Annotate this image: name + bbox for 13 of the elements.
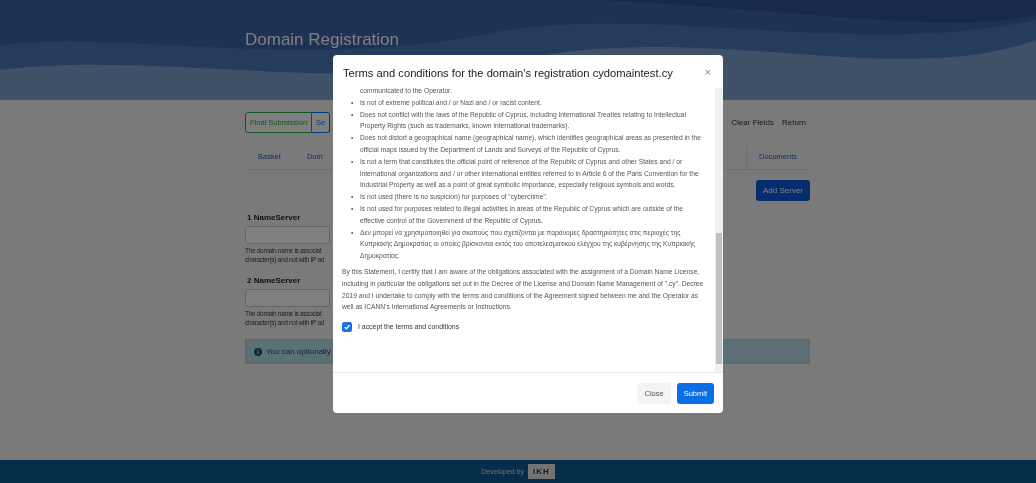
scrollbar[interactable] <box>715 88 723 372</box>
modal-title: Terms and conditions for the domain's registration cydomaintest.cy <box>343 67 673 79</box>
info-icon <box>254 347 262 356</box>
input-field[interactable] <box>245 226 330 244</box>
field-label: 2 NameServer <box>247 276 301 285</box>
input-field[interactable] <box>245 289 330 307</box>
add-server-button[interactable]: Add Server <box>755 180 810 201</box>
company-logo: IKH <box>528 464 555 479</box>
alert-text: You can optionally <box>266 347 331 356</box>
field-label: 1 NameServer <box>247 213 301 222</box>
close-button[interactable]: × <box>702 67 713 78</box>
accept-checkbox[interactable] <box>342 322 352 333</box>
page-title: Domain Registration <box>245 30 400 50</box>
